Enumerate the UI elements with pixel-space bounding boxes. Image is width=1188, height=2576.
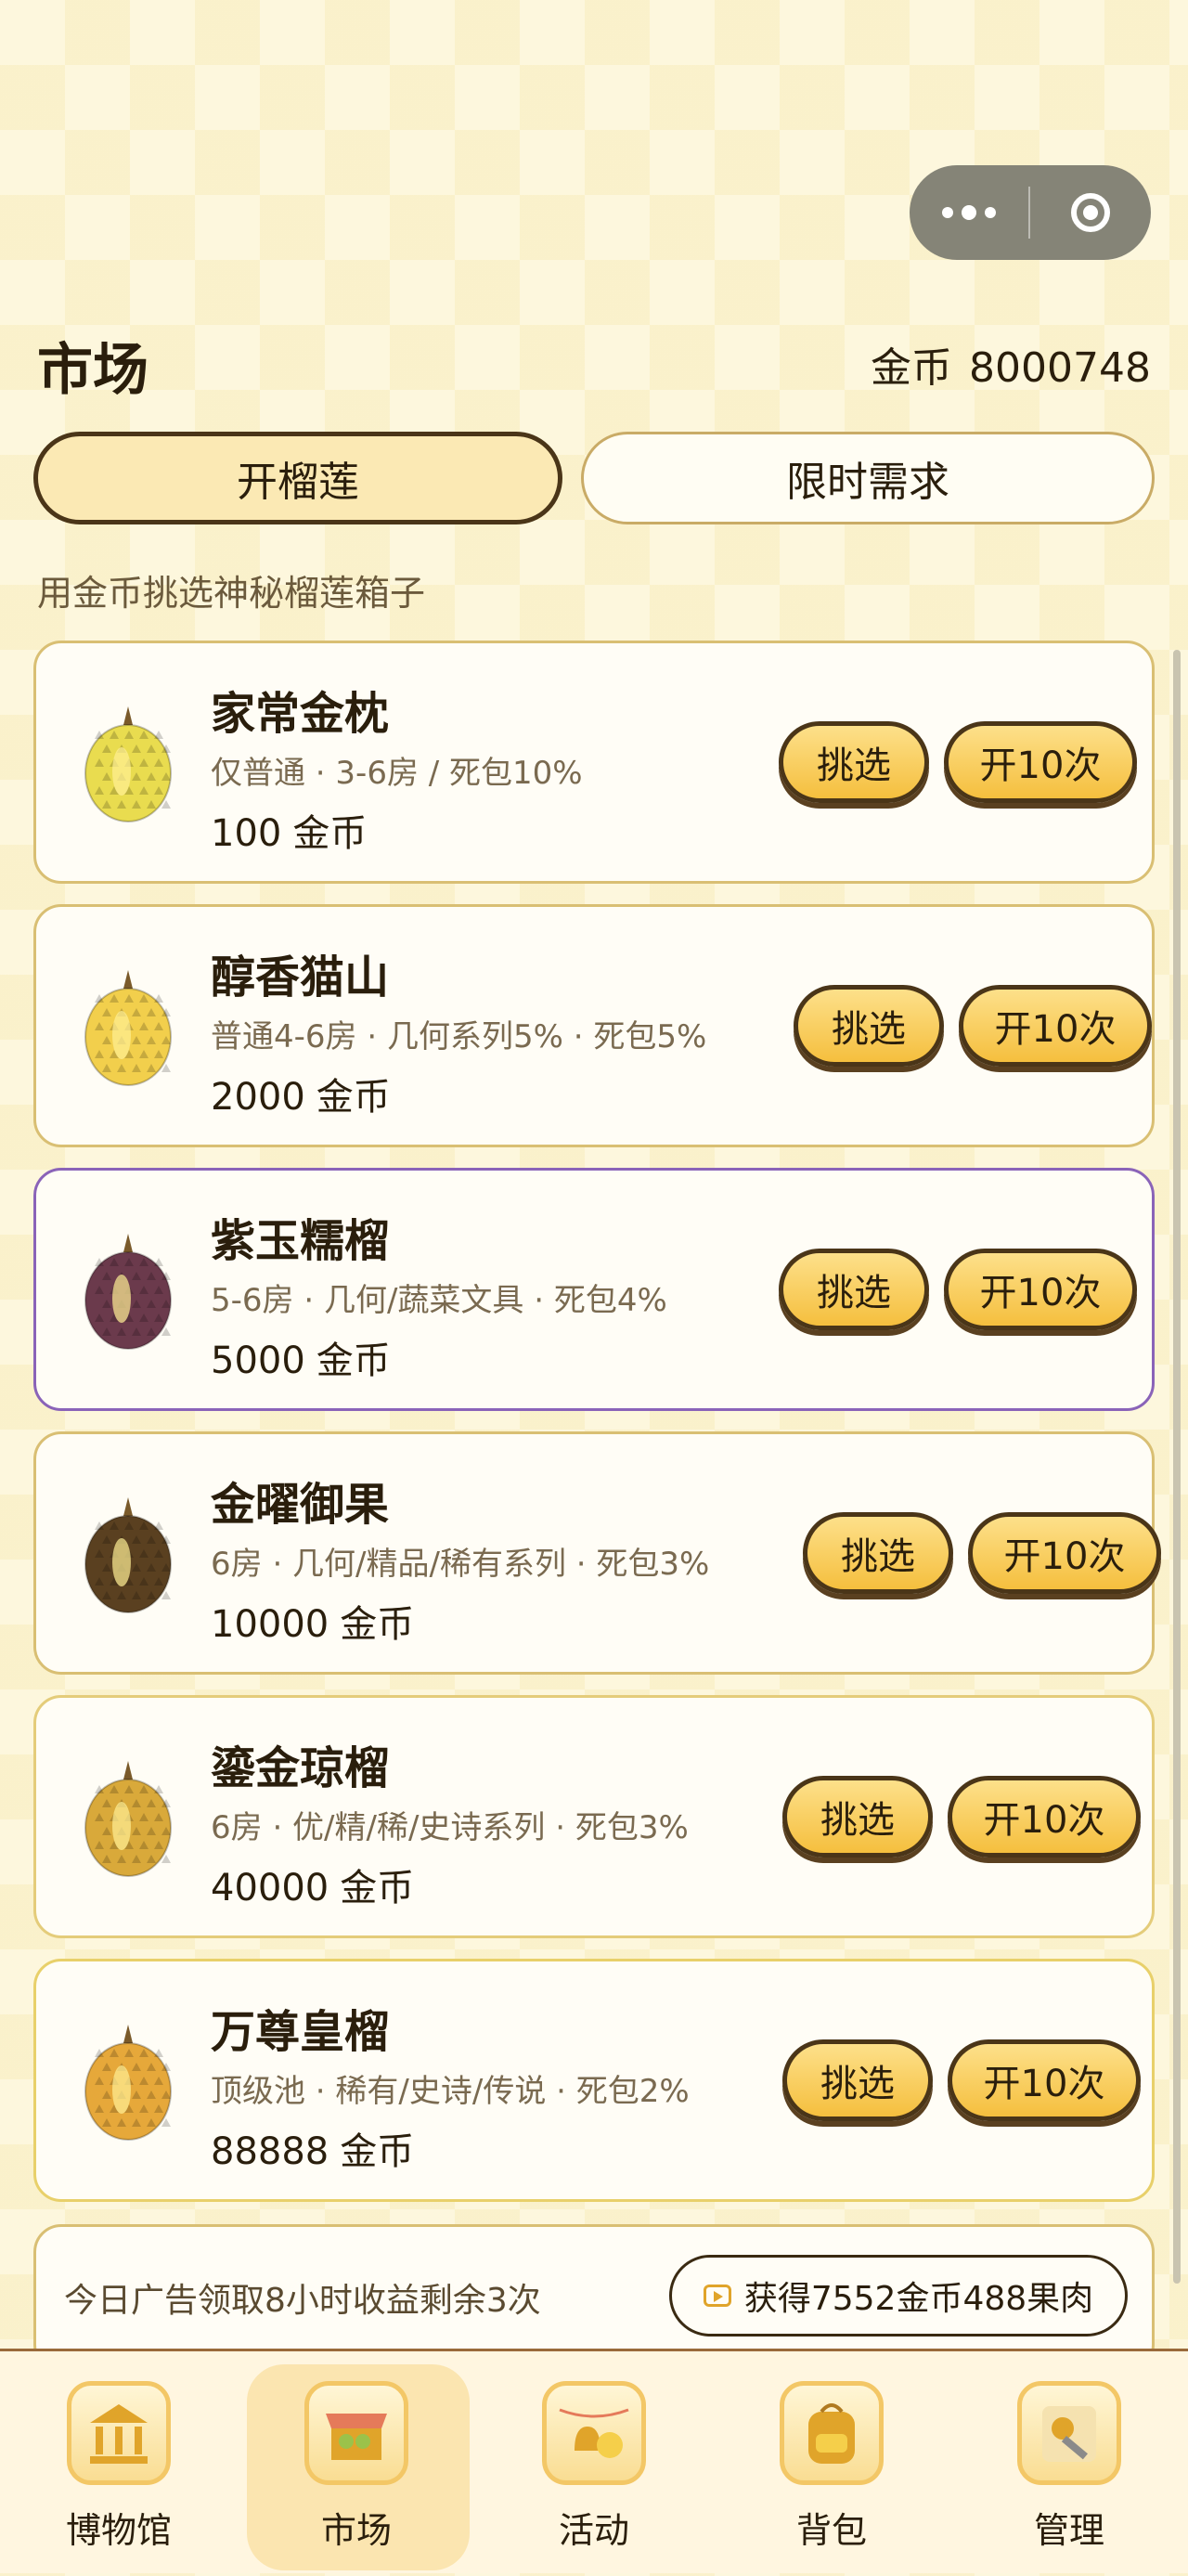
pick-button[interactable]: 挑选 <box>782 1776 933 1858</box>
scrollbar[interactable] <box>1173 650 1181 2284</box>
market-stall-icon <box>304 2381 408 2485</box>
open-10-button[interactable]: 开10次 <box>944 721 1137 803</box>
nav-item-0[interactable]: 博物馆 <box>0 2351 238 2576</box>
nav-label: 管理 <box>1033 2510 1104 2551</box>
price-currency: 金币 <box>292 812 368 855</box>
durian-icon <box>68 1752 188 1882</box>
watch-ad-button[interactable]: 获得7552金币488果肉 <box>669 2255 1128 2337</box>
price-value: 5000 <box>211 1340 305 1382</box>
nav-label: 背包 <box>795 2510 867 2551</box>
coin-balance: 金币 8000748 <box>871 334 1151 394</box>
durian-box-card[interactable]: 紫玉糯榴 5-6房 · 几何/蔬菜文具 · 死包4% 5000 金币 挑选 开10… <box>33 1168 1155 1411</box>
durian-box-card[interactable]: 家常金枕 仅普通 · 3-6房 / 死包10% 100 金币 挑选 开10次 <box>33 641 1155 884</box>
price-currency: 金币 <box>316 1076 391 1119</box>
coin-value: 8000748 <box>969 344 1151 392</box>
page-title: 市场 <box>37 338 148 403</box>
price-value: 100 <box>211 812 282 855</box>
ad-reward-text: 今日广告领取8小时收益剩余3次 <box>64 2282 541 2320</box>
durian-icon <box>68 961 188 1091</box>
box-name: 鎏金琼榴 <box>211 1742 390 1794</box>
close-miniprogram-button[interactable] <box>1030 165 1151 260</box>
coin-label: 金币 <box>871 344 953 392</box>
durian-box-card[interactable]: 万尊皇榴 顶级池 · 稀有/史诗/传说 · 死包2% 88888 金币 挑选 开1… <box>33 1959 1155 2202</box>
durian-box-card[interactable]: 醇香猫山 普通4-6房 · 几何系列5% · 死包5% 2000 金币 挑选 开1… <box>33 904 1155 1147</box>
watch-ad-label: 获得7552金币488果肉 <box>743 2280 1094 2318</box>
tab-open-durian[interactable]: 开榴莲 <box>33 432 562 524</box>
price-value: 88888 <box>211 2130 329 2173</box>
wrench-gear-icon <box>1017 2381 1121 2485</box>
nav-label: 市场 <box>320 2510 392 2551</box>
pick-button[interactable]: 挑选 <box>779 721 929 803</box>
pick-button[interactable]: 挑选 <box>779 1249 929 1330</box>
durian-icon <box>68 1488 188 1618</box>
box-price: 10000 金币 <box>211 1594 414 1648</box>
miniprogram-capsule <box>910 165 1151 260</box>
open-10-button[interactable]: 开10次 <box>944 1249 1137 1330</box>
box-name: 金曜御果 <box>211 1479 390 1531</box>
box-price: 2000 金币 <box>211 1067 391 1120</box>
box-name: 万尊皇榴 <box>211 2006 390 2058</box>
nav-item-2[interactable]: 活动 <box>475 2351 713 2576</box>
tab-bar: 开榴莲 限时需求 <box>33 432 1155 524</box>
more-dot-icon <box>942 207 953 218</box>
box-description: 6房 · 几何/精品/稀有系列 · 死包3% <box>211 1546 710 1583</box>
box-description: 顶级池 · 稀有/史诗/传说 · 死包2% <box>211 2073 690 2110</box>
more-menu-button[interactable] <box>910 165 1028 260</box>
price-value: 40000 <box>211 1867 329 1909</box>
museum-icon <box>67 2381 171 2485</box>
box-name: 家常金枕 <box>211 688 390 740</box>
more-dot-icon <box>985 207 996 218</box>
video-play-icon <box>703 2285 731 2307</box>
durian-icon <box>68 2015 188 2145</box>
box-price: 88888 金币 <box>211 2121 414 2175</box>
durian-box-card[interactable]: 鎏金琼榴 6房 · 优/精/稀/史诗系列 · 死包3% 40000 金币 挑选 开… <box>33 1695 1155 1938</box>
open-10-button[interactable]: 开10次 <box>948 2039 1141 2121</box>
backpack-icon <box>780 2381 884 2485</box>
box-price: 40000 金币 <box>211 1858 414 1911</box>
box-description: 6房 · 优/精/稀/史诗系列 · 死包3% <box>211 1809 689 1846</box>
tab-limited-demand[interactable]: 限时需求 <box>581 432 1155 524</box>
durian-box-card[interactable]: 金曜御果 6房 · 几何/精品/稀有系列 · 死包3% 10000 金币 挑选 开… <box>33 1431 1161 1675</box>
durian-icon <box>68 1224 188 1354</box>
price-value: 10000 <box>211 1603 329 1646</box>
box-price: 5000 金币 <box>211 1330 391 1384</box>
box-name: 醇香猫山 <box>211 951 390 1003</box>
box-description: 普通4-6房 · 几何系列5% · 死包5% <box>211 1018 707 1055</box>
price-currency: 金币 <box>340 1867 415 1909</box>
box-description: 5-6房 · 几何/蔬菜文具 · 死包4% <box>211 1282 667 1319</box>
nav-label: 活动 <box>558 2510 629 2551</box>
bottom-nav: 博物馆 市场 活动 背包 管理 <box>0 2349 1188 2573</box>
open-10-button[interactable]: 开10次 <box>959 985 1152 1067</box>
durian-box-list: 家常金枕 仅普通 · 3-6房 / 死包10% 100 金币 挑选 开10次 醇香… <box>33 641 1161 2222</box>
nav-label: 博物馆 <box>65 2510 172 2551</box>
price-currency: 金币 <box>316 1340 391 1382</box>
more-dot-icon <box>962 205 976 220</box>
nav-item-3[interactable]: 背包 <box>713 2351 950 2576</box>
pick-button[interactable]: 挑选 <box>782 2039 933 2121</box>
open-10-button[interactable]: 开10次 <box>948 1776 1141 1858</box>
price-value: 2000 <box>211 1076 305 1119</box>
nav-item-1[interactable]: 市场 <box>238 2351 475 2576</box>
section-subtitle: 用金币挑选神秘榴莲箱子 <box>37 573 426 614</box>
box-name: 紫玉糯榴 <box>211 1215 390 1267</box>
pick-button[interactable]: 挑选 <box>803 1512 953 1594</box>
target-circle-icon <box>1071 193 1110 232</box>
event-bell-icon <box>542 2381 646 2485</box>
pick-button[interactable]: 挑选 <box>794 985 944 1067</box>
durian-icon <box>68 697 188 827</box>
open-10-button[interactable]: 开10次 <box>968 1512 1161 1594</box>
price-currency: 金币 <box>340 1603 415 1646</box>
price-currency: 金币 <box>340 2130 415 2173</box>
box-description: 仅普通 · 3-6房 / 死包10% <box>211 755 583 792</box>
box-price: 100 金币 <box>211 803 367 857</box>
nav-item-4[interactable]: 管理 <box>950 2351 1188 2576</box>
